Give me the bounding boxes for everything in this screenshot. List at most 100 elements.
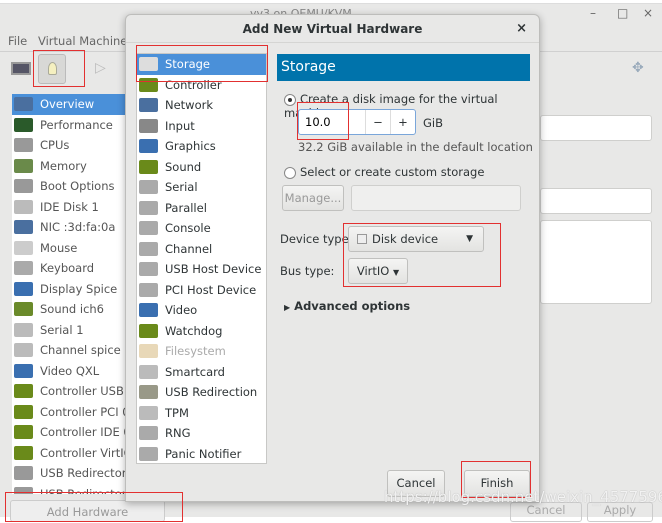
list-item-label: RNG — [165, 426, 191, 441]
list-item[interactable]: USB Redirection — [137, 382, 266, 403]
list-item[interactable]: Smartcard — [137, 362, 266, 383]
menu-file[interactable]: File — [8, 34, 27, 48]
list-item[interactable]: Parallel — [137, 198, 266, 219]
list-item[interactable]: Watchdog — [137, 321, 266, 342]
annotation-box — [297, 102, 349, 140]
menu-virtual-machine[interactable]: Virtual Machine — [38, 34, 127, 48]
list-item[interactable]: Keyboard — [12, 258, 126, 279]
list-item-label: Graphics — [165, 139, 216, 154]
list-item[interactable]: Filesystem — [137, 341, 266, 362]
usb-host-icon — [139, 262, 158, 277]
keyboard-icon — [14, 261, 33, 276]
list-item[interactable]: RNG — [137, 423, 266, 444]
increment-button[interactable]: + — [390, 110, 415, 134]
sound-card-icon — [14, 302, 33, 317]
device-type-list[interactable]: Storage Controller Network Input Graphics Sou… — [136, 53, 267, 464]
device-type-label: Device type: — [280, 232, 353, 246]
list-item[interactable]: Video — [137, 300, 266, 321]
list-item-label: Channel — [165, 241, 213, 256]
list-item-label: Network — [165, 98, 214, 113]
close-window-button[interactable]: × — [643, 6, 653, 20]
maximize-button[interactable]: □ — [617, 6, 628, 20]
mouse-icon — [139, 118, 158, 133]
list-item[interactable]: Display Spice — [12, 279, 126, 300]
list-item-label: IDE Disk 1 — [40, 199, 99, 214]
display-icon — [14, 281, 33, 296]
parallel-icon — [139, 200, 158, 215]
list-item-label: USB Redirection — [165, 385, 258, 400]
list-item[interactable]: TPM — [137, 403, 266, 424]
list-item[interactable]: Panic Notifier — [137, 444, 266, 465]
list-item-label: Console — [165, 221, 211, 236]
close-icon[interactable]: × — [516, 21, 527, 36]
list-item[interactable]: Controller VirtIO — [12, 443, 126, 464]
list-item[interactable]: Channel spice — [12, 340, 126, 361]
panic-notifier-icon — [139, 446, 158, 461]
list-item[interactable]: Controller IDE 0 — [12, 422, 126, 443]
list-item[interactable]: Serial — [137, 177, 266, 198]
list-item-label: Video — [165, 303, 198, 318]
custom-storage-radio[interactable]: Select or create custom storage — [284, 165, 484, 179]
memory-ram-icon — [14, 158, 33, 173]
list-item[interactable]: PCI Host Device — [137, 280, 266, 301]
serial-icon — [139, 180, 158, 195]
monitor-icon — [11, 62, 31, 75]
size-unit: GiB — [423, 116, 443, 130]
performance-graph-icon — [14, 117, 33, 132]
list-item[interactable]: Sound ich6 — [12, 299, 126, 320]
list-item[interactable]: Sound — [137, 157, 266, 178]
list-item[interactable]: Input — [137, 116, 266, 137]
list-item-label: Boot Options — [40, 179, 115, 194]
radio-indicator — [284, 166, 296, 179]
list-item-label: Video QXL — [40, 363, 100, 378]
video-icon — [139, 303, 158, 318]
list-item-label: Sound — [165, 159, 202, 174]
list-item[interactable]: Memory — [12, 156, 126, 177]
list-item-label: Channel spice — [40, 343, 121, 358]
list-item[interactable]: USB Redirector 1 — [12, 463, 126, 484]
list-item-label: Serial 1 — [40, 322, 84, 337]
advanced-options-label: Advanced options — [294, 299, 411, 313]
list-item[interactable]: Boot Options — [12, 176, 126, 197]
cpu-chip-icon — [14, 138, 33, 153]
list-item[interactable]: Controller USB 0 — [12, 381, 126, 402]
list-item-label: Serial — [165, 180, 198, 195]
bg-field — [540, 115, 652, 141]
list-item[interactable]: Channel — [137, 239, 266, 260]
fullscreen-icon[interactable]: ✥ — [632, 60, 644, 76]
list-item-label: Controller USB 0 — [40, 384, 126, 399]
advanced-options-expander[interactable]: ▶ Advanced options — [284, 299, 410, 313]
list-item[interactable]: Video QXL — [12, 361, 126, 382]
list-item[interactable]: Network — [137, 95, 266, 116]
channel-icon — [14, 343, 33, 358]
list-item[interactable]: Overview — [12, 94, 126, 115]
gears-icon — [14, 179, 33, 194]
minimize-button[interactable]: – — [590, 6, 596, 20]
list-item[interactable]: Performance — [12, 115, 126, 136]
list-item[interactable]: Graphics — [137, 136, 266, 157]
manage-button[interactable]: Manage... — [282, 185, 344, 211]
list-item[interactable]: CPUs — [12, 135, 126, 156]
list-item[interactable]: NIC :3d:fa:0a — [12, 217, 126, 238]
hardware-list[interactable]: Overview Performance CPUs Memory Boot Option… — [12, 94, 126, 494]
annotation-box — [136, 45, 268, 82]
controller-card-icon — [14, 404, 33, 419]
console-view-button[interactable] — [8, 54, 36, 84]
run-icon[interactable]: ▷ — [95, 60, 106, 76]
list-item[interactable]: USB Host Device — [137, 259, 266, 280]
storage-path-input[interactable] — [351, 185, 521, 211]
serial-icon — [14, 322, 33, 337]
rng-icon — [139, 426, 158, 441]
video-icon — [14, 363, 33, 378]
sound-card-icon — [139, 159, 158, 174]
decrement-button[interactable]: − — [365, 110, 390, 134]
list-item[interactable]: Serial 1 — [12, 320, 126, 341]
list-item-label: Display Spice — [40, 281, 118, 296]
list-item[interactable]: Controller PCI 0 — [12, 402, 126, 423]
list-item[interactable]: Console — [137, 218, 266, 239]
list-item[interactable]: Mouse — [12, 238, 126, 259]
list-item[interactable]: IDE Disk 1 — [12, 197, 126, 218]
annotation-box — [343, 223, 501, 287]
list-item-label: Panic Notifier — [165, 446, 242, 461]
network-icon — [139, 98, 158, 113]
